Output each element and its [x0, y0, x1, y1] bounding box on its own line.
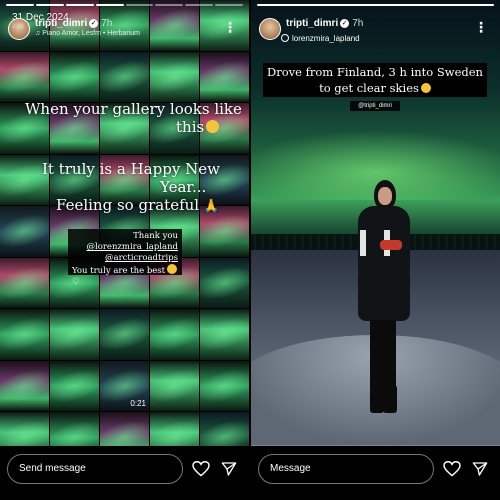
mention-link[interactable]: @arcticroadtrips [72, 253, 178, 264]
story-right[interactable]: tripti_dimri ✓ 7h ⋮ lorenzmira_lapland Dro… [251, 0, 500, 500]
boot [370, 385, 384, 413]
boot [383, 385, 397, 413]
story-left[interactable]: 0:21 31 Dec 2024 2:26 tripti_dimri ✓ 7h ♫ … [0, 0, 249, 500]
more-icon[interactable]: ⋮ [223, 20, 237, 34]
time-ago: 7h [352, 18, 364, 29]
grid-photo [0, 51, 49, 102]
story-footer: Send message [0, 446, 249, 500]
caption-text: Feeling so grateful [56, 196, 200, 214]
grid-photo [0, 360, 49, 411]
caption-line: When your gallery looks like [25, 100, 242, 118]
praying-hands-icon: 🙏 [203, 199, 220, 214]
caption-line: Drove from Finland, 3 h into Sweden [267, 65, 483, 79]
progress-segment [95, 4, 124, 6]
small-counter: 2:26 [12, 24, 24, 30]
grid-photo [0, 309, 49, 360]
heart-emoji-icon: ♡ [72, 277, 80, 287]
grid-photo [100, 51, 149, 102]
progress-segment [65, 4, 94, 6]
coat-stripe [360, 230, 366, 256]
caption-line: this [176, 118, 220, 136]
collab-icon [281, 34, 289, 42]
grin-emoji-icon [206, 120, 220, 133]
message-input[interactable]: Message [258, 454, 434, 484]
time-ago: 7h [101, 18, 113, 29]
username[interactable]: tripti_dimri [286, 18, 338, 29]
collab-row[interactable]: lorenzmira_lapland [281, 34, 360, 43]
progress-segment [155, 4, 184, 6]
music-row[interactable]: ♫ Piano Amor, Lesfm • Herbarium [35, 30, 140, 37]
caption-line: to get clear skies [263, 80, 487, 96]
progress-segment [185, 4, 214, 6]
username[interactable]: tripti_dimri [35, 18, 87, 29]
thanks-line: You truly are the best♡ [72, 264, 178, 288]
grid-photo [100, 309, 149, 360]
caption-line: Feeling so grateful 🙏 [56, 196, 219, 214]
thanks-caption: Thank you @lorenzmira_lapland @arcticroa… [68, 229, 182, 287]
grid-video: 0:21 [100, 360, 149, 411]
mention-tag[interactable]: @tripti_dimri [350, 101, 400, 111]
grid-photo [50, 360, 99, 411]
verified-icon: ✓ [340, 18, 350, 28]
person-in-snow [350, 180, 416, 415]
story-progress-bars [6, 4, 243, 6]
glove [380, 240, 402, 250]
grid-photo [200, 309, 249, 360]
caption-box: Drove from Finland, 3 h into Sweden to g… [263, 63, 487, 97]
progress-segment [257, 4, 494, 6]
grid-photo [150, 360, 199, 411]
send-icon[interactable] [472, 461, 488, 477]
caption-line: It truly is a Happy New [42, 160, 220, 178]
progress-segment [215, 4, 243, 6]
progress-segment [125, 4, 154, 6]
grid-photo [150, 309, 199, 360]
video-duration: 0:21 [130, 399, 146, 408]
grid-photo [200, 360, 249, 411]
story-header: 31 Dec 2024 2:26 tripti_dimri ✓ 7h ♫ Piano… [8, 12, 243, 42]
progress-segment [35, 4, 64, 6]
username-row[interactable]: tripti_dimri ✓ 7h [286, 18, 363, 29]
more-icon[interactable]: ⋮ [474, 20, 488, 34]
grid-photo [0, 257, 49, 308]
thanks-text: You truly are the best [72, 266, 166, 276]
mention-link[interactable]: @lorenzmira_lapland [72, 242, 178, 253]
grid-photo [50, 309, 99, 360]
hug-emoji-icon [167, 264, 178, 274]
face [378, 187, 392, 205]
music-title: Piano Amor, Lesfm • Herbarium [42, 30, 140, 37]
verified-icon: ✓ [89, 18, 99, 28]
smile-emoji-icon [420, 83, 431, 93]
story-progress-bars [257, 4, 494, 6]
caption-line: Year... [160, 178, 207, 196]
grid-photo [200, 257, 249, 308]
aurora-photo-grid: 0:21 [0, 0, 249, 463]
heart-icon[interactable] [192, 461, 210, 477]
caption-text: to get clear skies [319, 81, 419, 95]
avatar[interactable] [259, 18, 281, 40]
progress-segment [6, 4, 34, 6]
story-footer: Message [251, 446, 500, 500]
grid-photo [50, 51, 99, 102]
collab-username[interactable]: lorenzmira_lapland [292, 34, 360, 43]
send-message-input[interactable]: Send message [7, 454, 183, 484]
grid-photo [0, 206, 49, 257]
send-icon[interactable] [221, 461, 237, 477]
coat [358, 206, 410, 321]
heart-icon[interactable] [443, 461, 461, 477]
username-row[interactable]: tripti_dimri ✓ 7h [35, 18, 112, 29]
caption-text: this [176, 118, 205, 136]
thanks-line: Thank you [133, 231, 178, 241]
grid-photo [200, 51, 249, 102]
grid-photo [150, 51, 199, 102]
music-icon: ♫ [35, 30, 41, 37]
